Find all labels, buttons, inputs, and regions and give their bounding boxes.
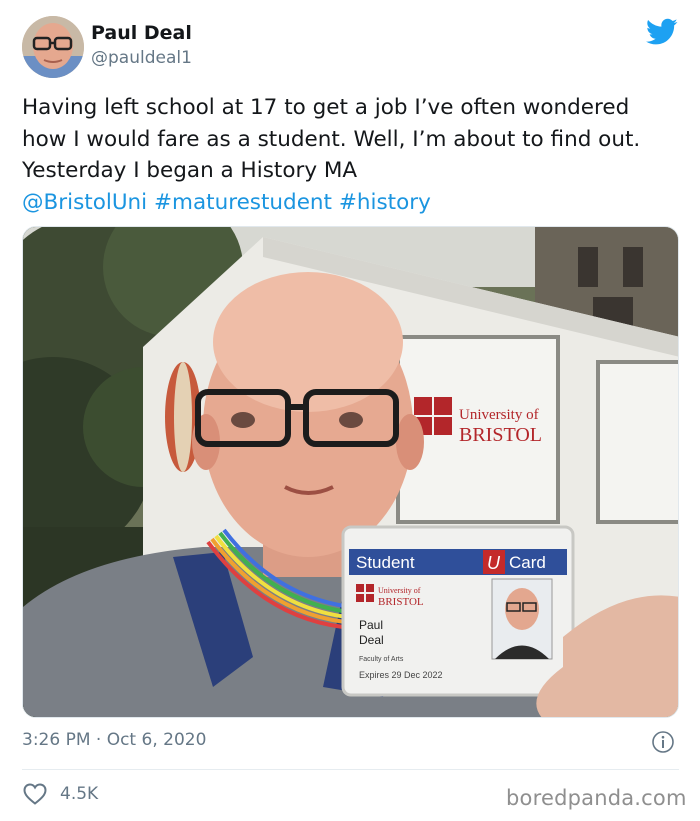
card-last-name: Deal — [359, 633, 384, 647]
tweet-timestamp[interactable]: 3:26 PM · Oct 6, 2020 — [22, 730, 206, 750]
photo-scene: University of BRISTOL Student U Card Uni… — [23, 227, 678, 717]
author-handle[interactable]: @pauldeal1 — [91, 48, 192, 68]
sign-line-1: University of — [459, 407, 539, 423]
tweet-text: Having left school at 17 to get a job I’… — [22, 92, 672, 218]
card-logo-line-1: University of — [378, 586, 421, 595]
card-header-left: Student — [356, 553, 415, 572]
heart-icon[interactable] — [22, 782, 48, 806]
hashtag-link[interactable]: #maturestudent — [154, 190, 332, 215]
card-logo-line-2: BRISTOL — [378, 596, 424, 608]
card-header-right: Card — [509, 553, 546, 572]
like-count: 4.5K — [60, 784, 99, 804]
hashtag-link[interactable]: #history — [339, 190, 431, 215]
twitter-bird-icon[interactable] — [646, 18, 678, 46]
tweet-body: Having left school at 17 to get a job I’… — [22, 95, 641, 183]
card-expires: Expires 29 Dec 2022 — [359, 670, 443, 680]
tweet-photo[interactable]: University of BRISTOL Student U Card Uni… — [22, 226, 679, 718]
watermark: boredpanda.com — [506, 786, 687, 810]
author-name[interactable]: Paul Deal — [91, 22, 192, 44]
sign-line-2: BRISTOL — [459, 424, 542, 446]
divider — [22, 769, 679, 770]
card-header-u: U — [487, 553, 501, 573]
mention-link[interactable]: @BristolUni — [22, 190, 147, 215]
info-icon[interactable] — [651, 730, 675, 754]
tweet-card: Paul Deal @pauldeal1 Having left school … — [0, 0, 700, 821]
card-faculty: Faculty of Arts — [359, 656, 404, 663]
avatar[interactable] — [22, 16, 84, 78]
card-first-name: Paul — [359, 618, 383, 632]
